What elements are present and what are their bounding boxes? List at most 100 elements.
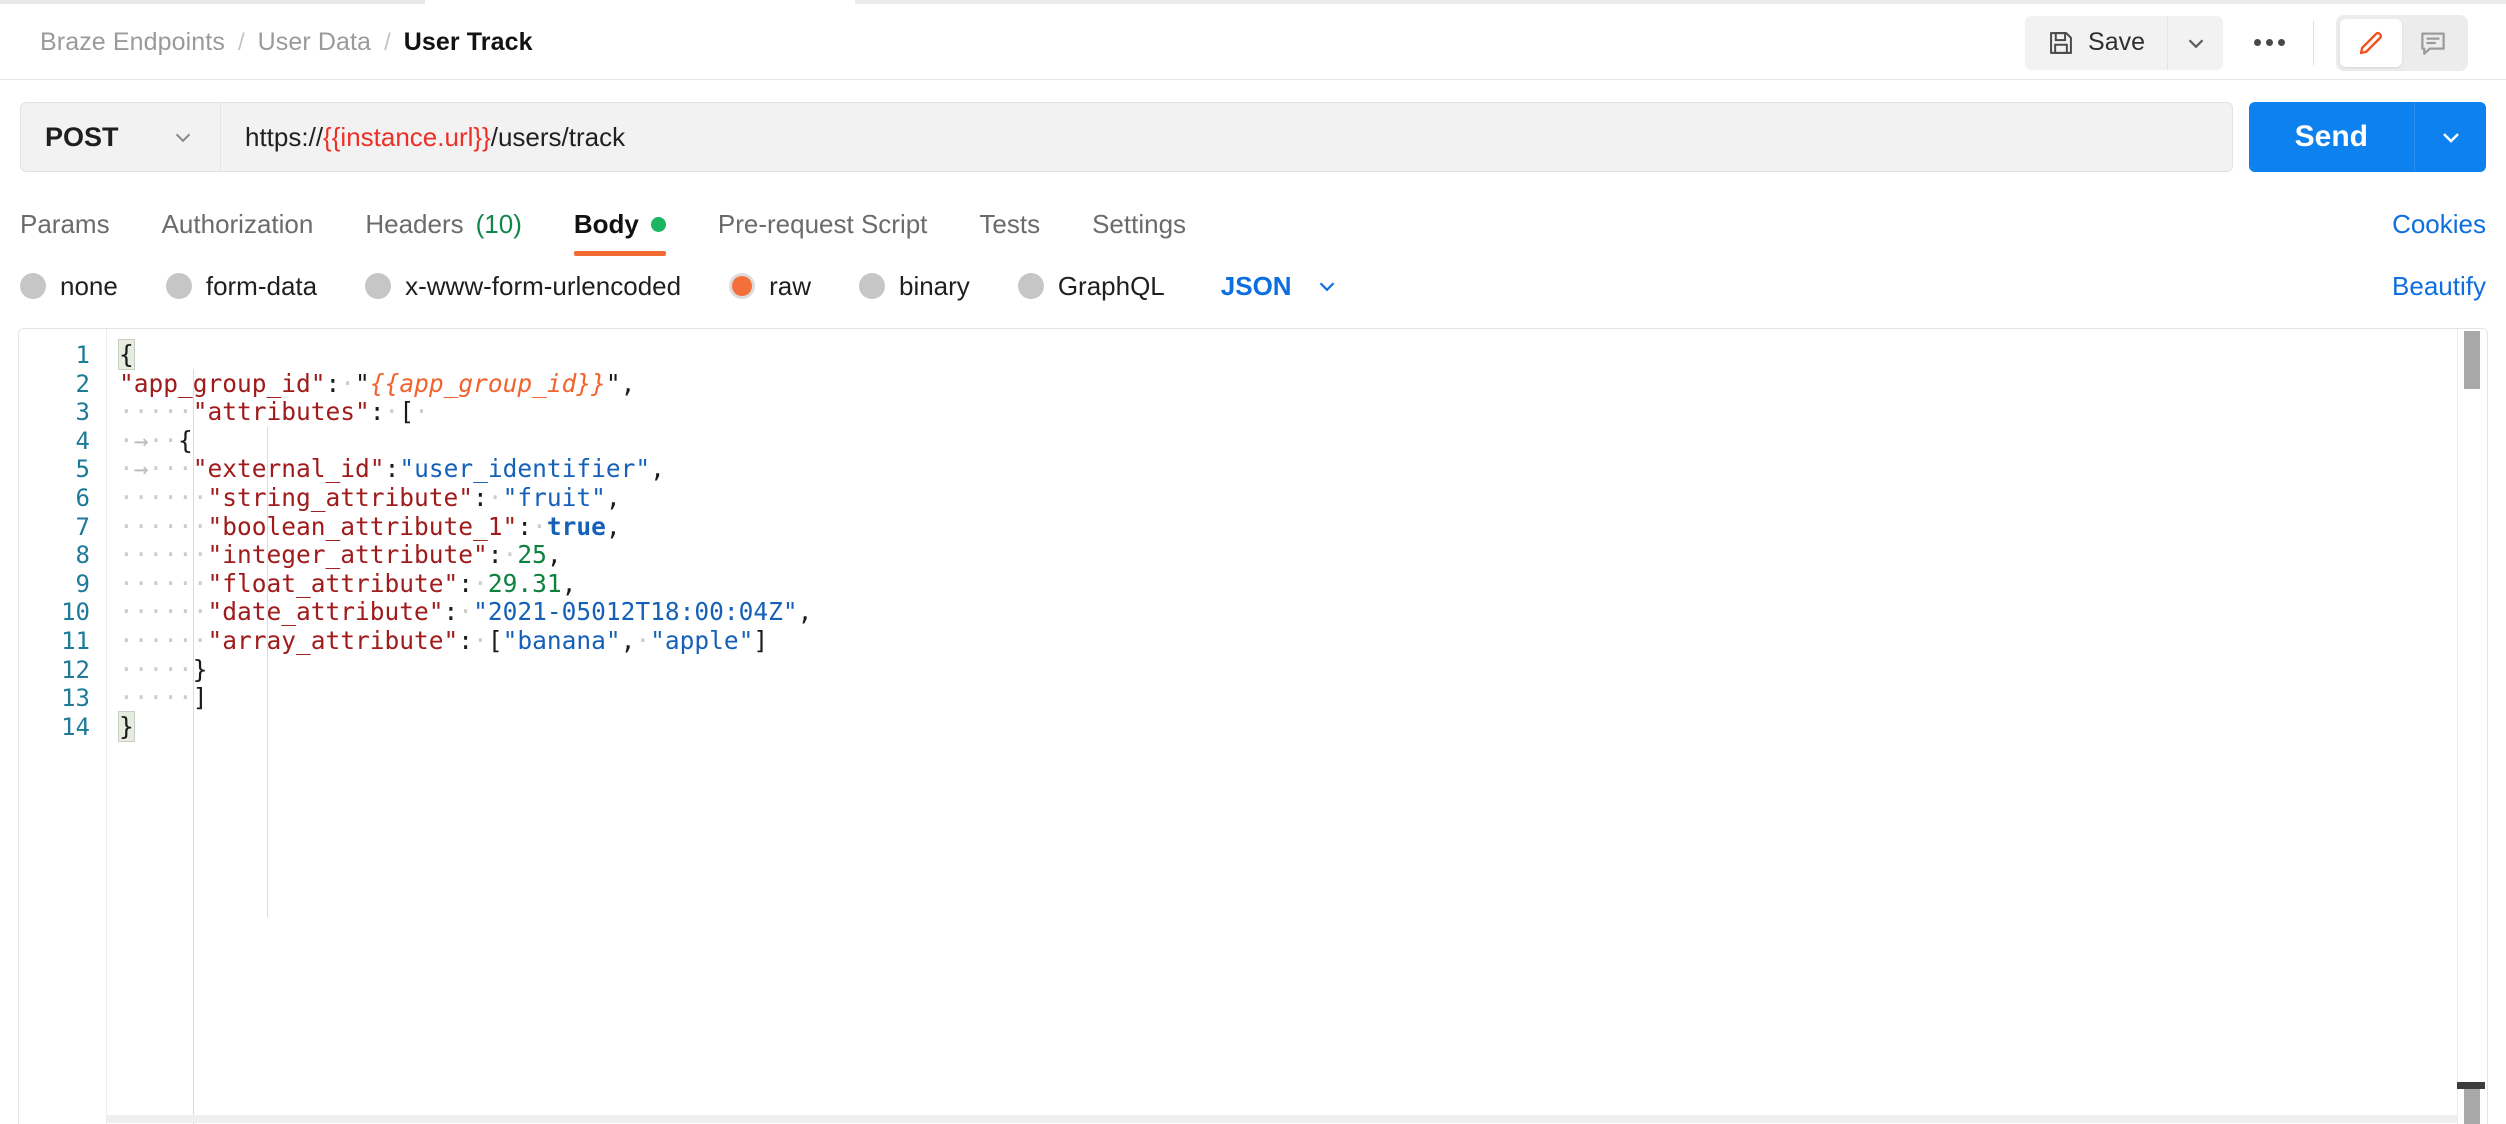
http-method-select[interactable]: POST (21, 103, 221, 171)
comment-mode-button[interactable] (2402, 19, 2464, 67)
breadcrumb-item-collection[interactable]: Braze Endpoints (40, 28, 225, 57)
radio-icon[interactable] (1017, 273, 1044, 299)
more-options-button[interactable] (2233, 16, 2305, 70)
beautify-link[interactable]: Beautify (2392, 271, 2486, 302)
editor-line-number: 9 (75, 569, 90, 598)
editor-code-line[interactable]: ······"float_attribute":·29.31, (119, 568, 2487, 599)
radio-icon[interactable] (365, 273, 392, 299)
save-button-label: Save (2088, 28, 2145, 56)
radio-icon[interactable] (20, 273, 46, 299)
editor-line-number: 12 (61, 655, 90, 684)
editor-code-line[interactable]: { (118, 339, 2487, 370)
radio-icon[interactable] (165, 273, 192, 299)
editor-line-number: 6 (75, 483, 90, 512)
editor-vertical-scrollbar[interactable] (2457, 329, 2487, 1124)
editor-code-line[interactable]: ·····} (119, 654, 2487, 685)
body-type-label: form-data (205, 270, 318, 301)
tab-label: Body (573, 209, 639, 239)
editor-line-number: 1 (75, 341, 90, 369)
headers-count-badge: (10) (475, 209, 522, 239)
editor-horizontal-scrollbar[interactable] (2457, 1082, 2485, 1089)
send-button-group: Send (2248, 102, 2486, 172)
body-type-none[interactable]: none (20, 271, 118, 302)
code-token-num: 25 (517, 540, 547, 570)
code-token-key: "array_attribute" (207, 625, 459, 655)
cookies-link[interactable]: Cookies (2392, 209, 2486, 256)
body-format-select[interactable]: JSON (1221, 271, 1340, 302)
code-token-key: "external_id" (192, 454, 385, 484)
save-dropdown-button[interactable] (2167, 15, 2223, 70)
radio-icon[interactable] (858, 273, 885, 299)
body-modified-dot-icon (650, 217, 666, 232)
editor-code-line[interactable]: "app_group_id":·"{{app_group_id}}", (119, 368, 2487, 399)
editor-code-line[interactable]: ······"integer_attribute":·25, (119, 540, 2487, 570)
url-input[interactable]: https://{{instance.url}}/users/track (221, 103, 2232, 171)
code-token-ws: ······ (119, 482, 208, 512)
editor-line-number: 3 (75, 398, 90, 427)
code-token-str: "user_identifier" (399, 454, 651, 484)
code-token-punc: : (325, 368, 341, 398)
view-toggle-group (2336, 14, 2468, 71)
editor-code-line[interactable]: ·→···"external_id":"user_identifier", (119, 455, 2487, 484)
tab-authorization[interactable]: Authorization (162, 209, 314, 256)
body-type-label: raw (769, 270, 811, 301)
code-token-ws: ····· (119, 683, 193, 713)
body-type-x-www-form-urlencoded[interactable]: x-www-form-urlencoded (365, 271, 681, 302)
editor-code-area[interactable]: {"app_group_id":·"{{app_group_id}}", ····… (107, 329, 2487, 1124)
scrollbar-thumb[interactable] (2464, 331, 2480, 389)
editor-code-line[interactable]: ·····"attributes":·[· (119, 397, 2487, 427)
tab-label: Params (20, 209, 110, 239)
body-type-label: GraphQL (1057, 270, 1165, 301)
body-type-raw[interactable]: raw (729, 271, 811, 302)
save-button[interactable]: Save (2025, 15, 2167, 70)
editor-line-number: 2 (75, 369, 90, 398)
code-token-ws: · (487, 482, 503, 512)
edit-mode-button[interactable] (2340, 18, 2402, 67)
code-token-str: "apple" (650, 625, 754, 655)
editor-code-line[interactable]: ······"string_attribute":·"fruit", (119, 482, 2487, 513)
body-type-binary[interactable]: binary (858, 271, 970, 302)
tab-pre-request-script[interactable]: Pre-request Script (718, 209, 928, 256)
request-header: Braze Endpoints / User Data / User Track… (0, 6, 2506, 80)
code-token-ws: ····· (119, 397, 193, 427)
tab-body[interactable]: Body (573, 209, 666, 256)
editor-line-number: 8 (75, 541, 90, 570)
code-token-punc: , (561, 568, 577, 598)
tab-tests[interactable]: Tests (979, 209, 1040, 256)
radio-icon-selected[interactable] (729, 273, 756, 299)
breadcrumb-item-folder[interactable]: User Data (258, 28, 371, 57)
editor-code-line[interactable]: ······"boolean_attribute_1":·true, (119, 511, 2487, 542)
editor-code-line[interactable]: ·→··{ (119, 426, 2487, 456)
editor-code-line[interactable]: ·····] (119, 683, 2487, 713)
code-token-ws: ····· (119, 654, 193, 684)
editor-code-line[interactable]: ······"date_attribute":·"2021-05012T18:0… (119, 598, 2487, 627)
tab-settings[interactable]: Settings (1092, 209, 1186, 256)
send-button[interactable]: Send (2248, 102, 2414, 172)
code-token-ws: ······ (119, 511, 208, 541)
http-method-label: POST (45, 121, 119, 152)
code-token-var: {{app_group_id}} (369, 368, 606, 398)
code-token-key: "app_group_id" (119, 368, 326, 398)
code-token-brace-hl: } (118, 710, 135, 742)
chevron-down-icon (2437, 123, 2465, 151)
code-token-punc: ", (605, 368, 636, 398)
save-button-group: Save (2025, 15, 2223, 70)
editor-code-line[interactable]: ······"array_attribute":·["banana",·"app… (119, 625, 2487, 656)
code-token-ws: · (414, 397, 429, 427)
body-type-graphql[interactable]: GraphQL (1017, 270, 1165, 302)
code-token-ws: ······ (119, 597, 208, 627)
code-token-ws: ······ (119, 568, 208, 598)
code-token-punc: : (458, 625, 474, 655)
body-type-form-data[interactable]: form-data (165, 270, 318, 302)
request-tab-bar: Params Authorization Headers (10) Body P… (0, 192, 2506, 256)
tab-label: Tests (979, 209, 1041, 239)
tab-headers[interactable]: Headers (10) (365, 209, 522, 256)
body-code-editor[interactable]: 1 2 3 4 5 6 7 8 9 10 11 12 13 14 {"app_group_id":·"{{… (18, 328, 2488, 1124)
editor-line-number-gutter: 1 2 3 4 5 6 7 8 9 10 11 12 13 14 (19, 329, 107, 1124)
send-dropdown-button[interactable] (2414, 102, 2486, 172)
body-type-selector: none form-data x-www-form-urlencoded raw… (0, 256, 2506, 320)
body-type-label: none (60, 270, 118, 301)
editor-code-line[interactable]: } (118, 710, 2487, 742)
scrollbar-thumb-bottom[interactable] (2464, 1089, 2480, 1124)
tab-params[interactable]: Params (20, 209, 110, 256)
